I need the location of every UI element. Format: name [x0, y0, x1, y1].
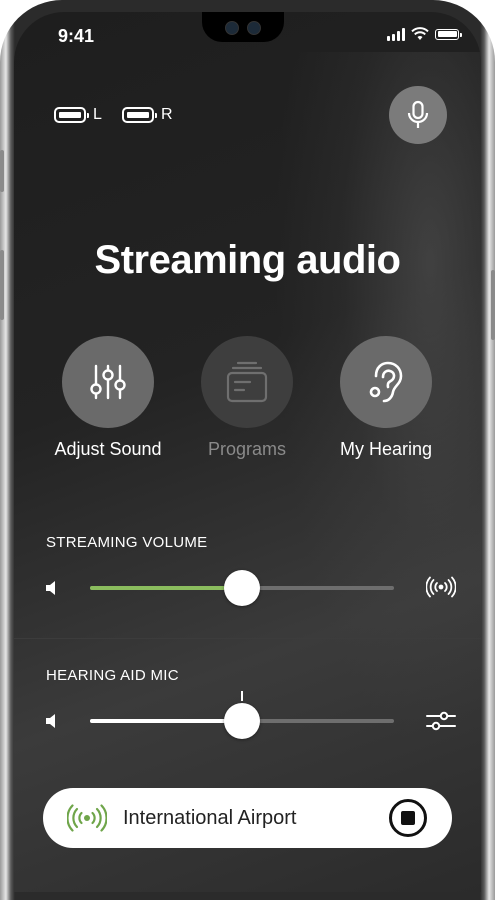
right-aid-label: R	[161, 106, 173, 123]
programs-label: Programs	[207, 439, 287, 459]
microphone-button[interactable]	[389, 86, 447, 144]
battery-icon	[54, 107, 89, 123]
my-hearing-label: My Hearing	[339, 439, 433, 459]
programs-button[interactable]: Programs	[177, 336, 317, 460]
adjust-sound-button[interactable]: Adjust Sound	[38, 336, 178, 460]
page-title: Streaming audio	[94, 238, 401, 282]
camera-notch	[202, 12, 284, 42]
hearing-aid-mic-label: HEARING AID MIC	[46, 667, 179, 684]
cellular-signal-icon	[387, 27, 405, 41]
stop-icon[interactable]	[388, 798, 428, 838]
status-icons	[387, 27, 462, 41]
stream-source-name: International Airport	[123, 806, 297, 829]
hearing-aid-mic-slider[interactable]	[90, 691, 394, 739]
phone-frame: 9:41 L R Streaming audio Adjust Sound Pr…	[0, 0, 495, 900]
phone-side-button	[0, 250, 4, 320]
hearing-aid-mic-slider-row	[44, 691, 456, 741]
hearing-aid-mic-thumb[interactable]	[224, 703, 260, 739]
ear-icon	[369, 361, 403, 403]
battery-icon	[122, 107, 157, 123]
streaming-volume-fill	[90, 586, 242, 590]
phone-side-button	[0, 150, 4, 192]
broadcast-icon	[67, 804, 107, 832]
broadcast-icon[interactable]	[426, 576, 456, 598]
status-time: 9:41	[58, 26, 95, 46]
streaming-volume-label: STREAMING VOLUME	[46, 534, 208, 551]
left-aid-label: L	[93, 106, 102, 123]
wifi-icon	[411, 27, 429, 40]
section-divider	[14, 638, 481, 639]
left-aid-battery: L	[54, 106, 102, 124]
speaker-low-icon	[46, 581, 55, 595]
speaker-low-icon	[46, 714, 55, 728]
right-aid-battery: R	[122, 106, 173, 124]
default-level-marker	[241, 691, 243, 701]
streaming-volume-thumb[interactable]	[224, 570, 260, 606]
app-screen: 9:41 L R Streaming audio Adjust Sound Pr…	[14, 12, 481, 892]
streaming-volume-slider[interactable]	[90, 570, 394, 606]
battery-icon	[435, 28, 462, 40]
settings-sliders-icon[interactable]	[426, 711, 456, 731]
now-streaming-bar[interactable]: International Airport	[43, 788, 452, 848]
programs-card-icon	[226, 361, 268, 403]
adjust-sound-label: Adjust Sound	[54, 439, 162, 459]
equalizer-sliders-icon	[90, 364, 126, 400]
my-hearing-button[interactable]: My Hearing	[316, 336, 456, 460]
streaming-volume-slider-row	[44, 568, 456, 608]
hearing-aid-mic-fill	[90, 719, 242, 723]
microphone-icon	[407, 100, 429, 128]
phone-side-button	[491, 270, 495, 340]
